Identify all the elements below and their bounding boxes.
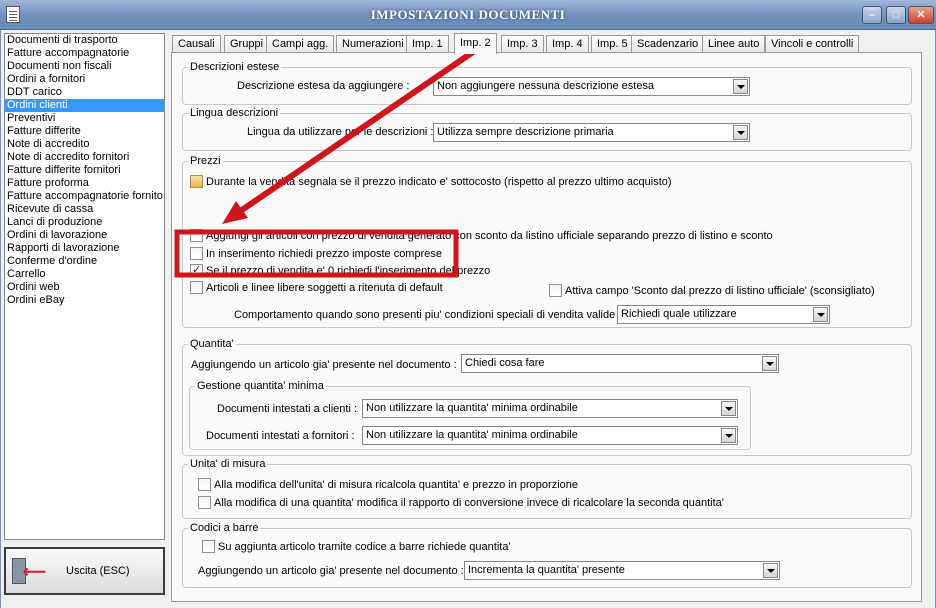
- sconto-listino-label: Attiva campo 'Sconto dal prezzo di listi…: [565, 285, 875, 297]
- tab-causali[interactable]: Causali: [172, 35, 221, 53]
- sidebar-item[interactable]: Note di accredito: [5, 138, 164, 151]
- tab-imp-4[interactable]: Imp. 4: [546, 35, 589, 53]
- sidebar-item[interactable]: Fatture accompagnatorie fornito: [5, 190, 164, 203]
- sidebar-item[interactable]: Fatture differite fornitori: [5, 164, 164, 177]
- group-lingua: Lingua descrizioni Lingua da utilizzare …: [182, 107, 912, 151]
- ritenuta-label: Articoli e linee libere soggetti a riten…: [206, 282, 443, 294]
- sidebar-item[interactable]: Documenti di trasporto: [5, 34, 164, 47]
- aggiungi-sconto-checkbox[interactable]: [190, 229, 203, 242]
- chevron-down-icon[interactable]: [733, 125, 748, 140]
- exit-button[interactable]: ⟵ Uscita (ESC): [4, 547, 165, 595]
- tab-numerazioni[interactable]: Numerazioni: [336, 35, 410, 53]
- window-client: Documenti di trasporto Fatture accompagna…: [1, 30, 935, 608]
- group-barre: Codici a barre Su aggiunta articolo tram…: [182, 522, 912, 588]
- maximize-button[interactable]: □: [886, 6, 906, 24]
- minimize-button[interactable]: –: [862, 6, 882, 24]
- barre-aggiungendo-select[interactable]: Incrementa la quantita' presente: [464, 561, 780, 580]
- group-quantita: Quantita' Aggiungendo un articolo gia' p…: [182, 338, 912, 456]
- barre-quantita-checkbox[interactable]: [202, 540, 215, 553]
- sidebar-item[interactable]: Ordini web: [5, 281, 164, 294]
- close-button[interactable]: ✕: [908, 6, 934, 24]
- ritenuta-checkbox[interactable]: [190, 281, 203, 294]
- exit-button-label: Uscita (ESC): [66, 565, 130, 577]
- chevron-down-icon[interactable]: [721, 428, 736, 443]
- group-barre-legend: Codici a barre: [188, 522, 261, 535]
- unita-ricalcola-label: Alla modifica dell'unita' di misura rica…: [214, 479, 578, 491]
- tab-linee-auto[interactable]: Linee auto: [702, 35, 766, 53]
- group-descrizioni: Descrizioni estese Descrizione estesa da…: [182, 61, 912, 105]
- sidebar-item[interactable]: Ordini clienti: [5, 99, 164, 112]
- barre-aggiungendo-label: Aggiungendo un articolo gia' presente ne…: [198, 565, 464, 577]
- descrizione-label: Descrizione estesa da aggiungere :: [237, 80, 410, 92]
- sidebar-item[interactable]: Ordini di lavorazione: [5, 229, 164, 242]
- sidebar-item[interactable]: Preventivi: [5, 112, 164, 125]
- group-lingua-legend: Lingua descrizioni: [188, 107, 281, 120]
- sidebar-item[interactable]: Lanci di produzione: [5, 216, 164, 229]
- lingua-select[interactable]: Utilizza sempre descrizione primaria: [433, 123, 750, 142]
- group-quantita-legend: Quantita': [188, 338, 236, 351]
- sconto-listino-checkbox[interactable]: [549, 284, 562, 297]
- sottocosto-checkbox[interactable]: [190, 175, 203, 188]
- prezzo-zero-label: Se il prezzo di vendita e' 0 richiedi l'…: [206, 265, 491, 277]
- tab-scadenzario[interactable]: Scadenzario: [631, 35, 705, 53]
- document-type-list[interactable]: Documenti di trasporto Fatture accompagna…: [4, 33, 165, 540]
- imposte-comprese-label: In inserimento richiedi prezzo imposte c…: [206, 248, 442, 260]
- tab-imp-5[interactable]: Imp. 5: [591, 35, 634, 53]
- comportamento-select[interactable]: Richiedi quale utilizzare: [617, 305, 830, 324]
- sidebar-item[interactable]: Fatture proforma: [5, 177, 164, 190]
- group-quantita-minima: Gestione quantita' minima Documenti inte…: [189, 380, 751, 450]
- group-quantita-minima-legend: Gestione quantita' minima: [195, 380, 326, 393]
- descrizione-select[interactable]: Non aggiungere nessuna descrizione estes…: [433, 77, 750, 96]
- group-unita-legend: Unita' di misura: [188, 458, 268, 471]
- tab-imp-2[interactable]: Imp. 2: [454, 33, 497, 54]
- unita-conversione-checkbox[interactable]: [198, 496, 211, 509]
- chevron-down-icon[interactable]: [721, 401, 736, 416]
- group-prezzi: Prezzi Durante la vendita segnala se il …: [182, 155, 912, 328]
- sidebar-item[interactable]: Documenti non fiscali: [5, 60, 164, 73]
- sidebar-item[interactable]: Carrello: [5, 268, 164, 281]
- tab-gruppi[interactable]: Gruppi: [224, 35, 270, 53]
- unita-ricalcola-checkbox[interactable]: [198, 478, 211, 491]
- sidebar-item[interactable]: Ricevute di cassa: [5, 203, 164, 216]
- tab-vincoli-e-controlli[interactable]: Vincoli e controlli: [765, 35, 860, 53]
- fornitori-label: Documenti intestati a fornitori :: [206, 430, 355, 442]
- barre-quantita-label: Su aggiunta articolo tramite codice a ba…: [218, 541, 511, 553]
- comportamento-label: Comportamento quando sono presenti piu' …: [234, 309, 622, 321]
- sidebar-item[interactable]: Ordini a fornitori: [5, 73, 164, 86]
- tab-imp-1[interactable]: Imp. 1: [406, 35, 449, 53]
- group-prezzi-legend: Prezzi: [188, 155, 223, 168]
- quantita-aggiungendo-select[interactable]: Chiedi cosa fare: [461, 354, 779, 373]
- sidebar-item[interactable]: Fatture accompagnatorie: [5, 47, 164, 60]
- window-title: IMPOSTAZIONI DOCUMENTI: [370, 7, 566, 22]
- sidebar-item[interactable]: Fatture differite: [5, 125, 164, 138]
- sidebar-item[interactable]: Rapporti di lavorazione: [5, 242, 164, 255]
- chevron-down-icon[interactable]: [733, 79, 748, 94]
- title-bar: IMPOSTAZIONI DOCUMENTI – □ ✕: [0, 0, 936, 30]
- tab-panel: Descrizioni estese Descrizione estesa da…: [171, 52, 922, 602]
- sidebar-item[interactable]: Ordini eBay: [5, 294, 164, 307]
- chevron-down-icon[interactable]: [762, 356, 777, 371]
- sottocosto-label: Durante la vendita segnala se il prezzo …: [206, 176, 672, 188]
- unita-conversione-label: Alla modifica di una quantita' modifica …: [214, 497, 724, 509]
- aggiungi-sconto-label: Aggiungi gli articoli con prezzo di vend…: [206, 230, 773, 242]
- sidebar-item[interactable]: DDT carico: [5, 86, 164, 99]
- lingua-label: Lingua da utilizzare per le descrizioni …: [247, 126, 434, 138]
- exit-arrow-icon: ⟵: [23, 564, 46, 581]
- quantita-aggiungendo-label: Aggiungendo un articolo gia' presente ne…: [191, 359, 457, 371]
- tab-campi-agg-[interactable]: Campi agg.: [266, 35, 335, 53]
- imposte-comprese-checkbox[interactable]: [190, 247, 203, 260]
- group-unita: Unita' di misura Alla modifica dell'unit…: [182, 458, 912, 519]
- chevron-down-icon[interactable]: [813, 307, 828, 322]
- clienti-select[interactable]: Non utilizzare la quantita' minima ordin…: [362, 399, 738, 418]
- group-descrizioni-legend: Descrizioni estese: [188, 61, 282, 74]
- fornitori-select[interactable]: Non utilizzare la quantita' minima ordin…: [362, 426, 738, 445]
- clienti-label: Documenti intestati a clienti :: [217, 403, 358, 415]
- prezzo-zero-checkbox[interactable]: [190, 263, 203, 277]
- chevron-down-icon[interactable]: [763, 563, 778, 578]
- sidebar-item[interactable]: Conferme d'ordine: [5, 255, 164, 268]
- sidebar-item[interactable]: Note di accredito fornitori: [5, 151, 164, 164]
- tab-imp-3[interactable]: Imp. 3: [501, 35, 544, 53]
